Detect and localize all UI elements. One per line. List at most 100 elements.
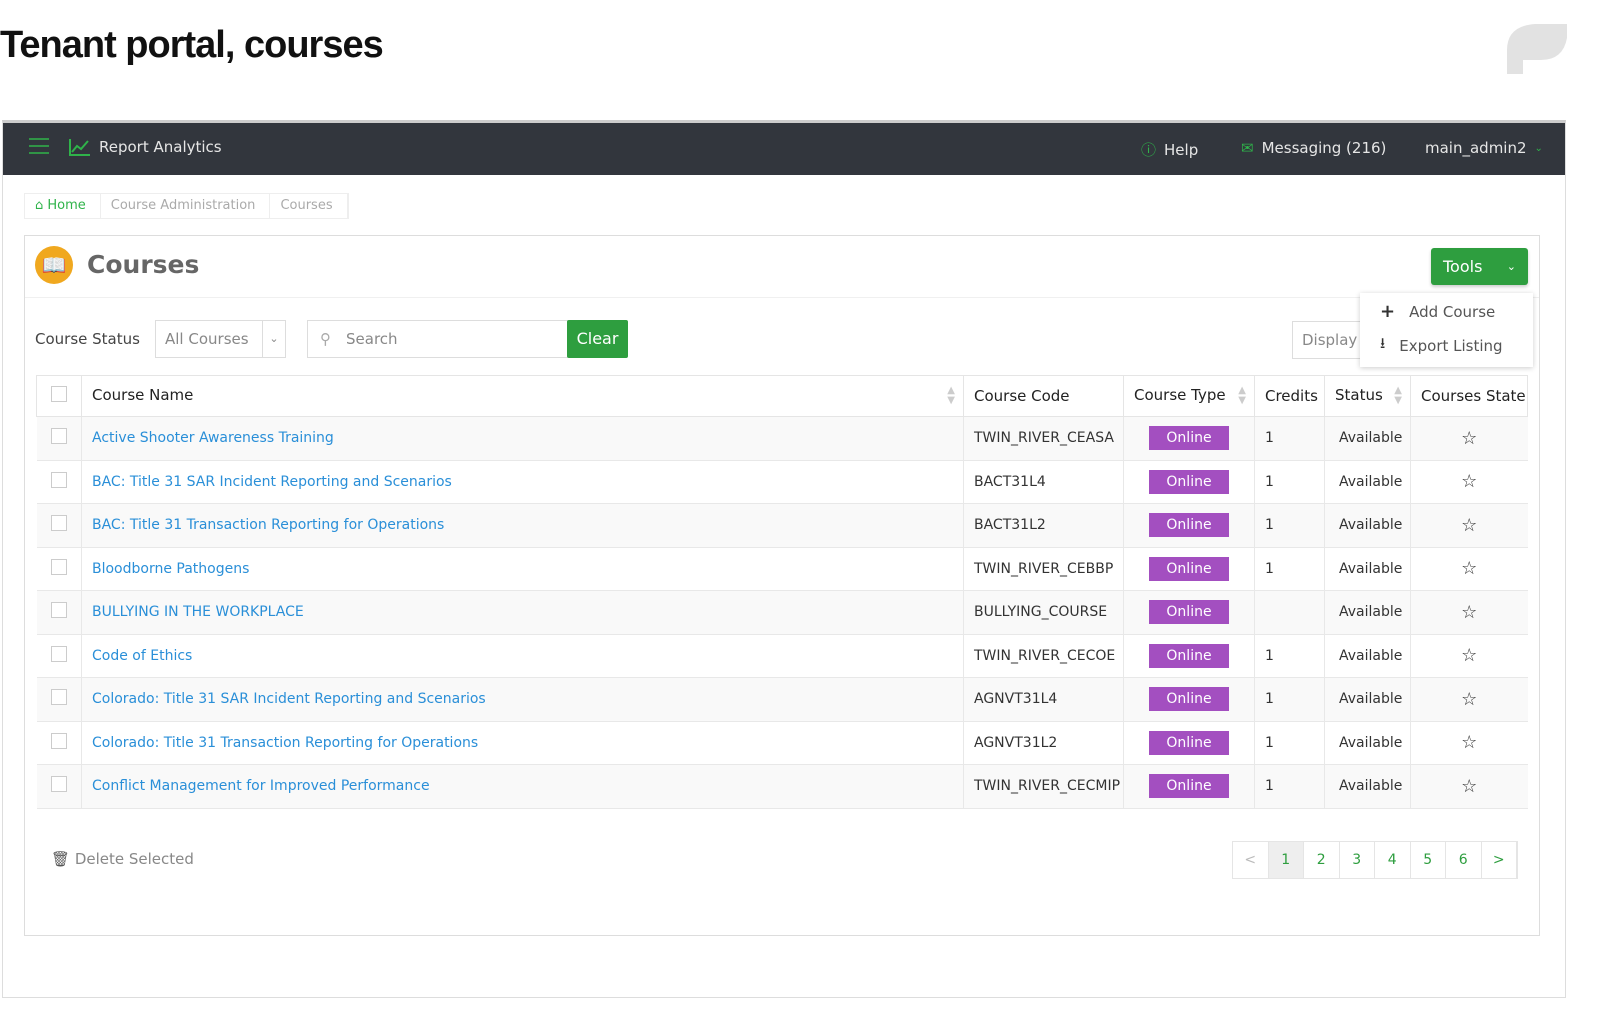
- credits-cell: 1: [1254, 416, 1325, 461]
- course-type-cell: Online: [1123, 546, 1255, 591]
- row-checkbox[interactable]: [36, 503, 82, 548]
- course-name-cell: Conflict Management for Improved Perform…: [81, 764, 964, 809]
- star-icon[interactable]: ☆: [1410, 590, 1528, 635]
- next-page-button[interactable]: >: [1482, 842, 1517, 878]
- username: main_admin2: [1425, 139, 1527, 157]
- row-checkbox[interactable]: [36, 459, 82, 504]
- page-button[interactable]: 4: [1375, 842, 1411, 878]
- brand-label: Report Analytics: [99, 138, 222, 156]
- brand-logo-icon: [1507, 24, 1567, 74]
- plus-icon: +: [1380, 301, 1396, 322]
- star-icon[interactable]: ☆: [1410, 459, 1528, 504]
- star-icon[interactable]: ☆: [1410, 546, 1528, 591]
- credits-cell: 1: [1254, 546, 1325, 591]
- course-name-cell: Colorado: Title 31 SAR Incident Reportin…: [81, 677, 964, 722]
- chevron-down-icon: ⌄: [1506, 260, 1516, 273]
- course-name-link[interactable]: Bloodborne Pathogens: [92, 561, 249, 577]
- tools-dropdown-button[interactable]: Tools ⌄: [1431, 248, 1528, 285]
- course-type-cell: Online: [1123, 459, 1255, 504]
- add-course-label: Add Course: [1409, 302, 1496, 321]
- user-menu[interactable]: main_admin2 ⌄: [1425, 139, 1543, 157]
- brand-link[interactable]: Report Analytics: [69, 138, 222, 156]
- breadcrumb-course-administration[interactable]: Course Administration: [101, 194, 271, 218]
- clear-button[interactable]: Clear: [567, 320, 628, 358]
- select-all-checkbox[interactable]: [36, 375, 82, 417]
- row-checkbox[interactable]: [36, 720, 82, 765]
- page-title: Tenant portal, courses: [0, 24, 384, 66]
- column-status[interactable]: Status ▲ ▼: [1324, 375, 1411, 417]
- page-button[interactable]: 3: [1340, 842, 1375, 878]
- page-button[interactable]: 6: [1446, 842, 1482, 878]
- table-header-row: Course Name ▲ ▼ Course Code Course Type ▲ ▼ …: [36, 375, 1528, 417]
- course-name-link[interactable]: Code of Ethics: [92, 648, 192, 664]
- course-name-link[interactable]: BAC: Title 31 SAR Incident Reporting and…: [92, 474, 452, 490]
- row-checkbox[interactable]: [36, 546, 82, 591]
- page-button[interactable]: 1: [1268, 842, 1304, 878]
- column-course-type[interactable]: Course Type ▲ ▼: [1123, 375, 1255, 417]
- course-name-cell: Code of Ethics: [81, 633, 964, 678]
- chart-line-icon: [69, 139, 90, 156]
- sort-icon: ▲ ▼: [947, 385, 955, 406]
- course-name-link[interactable]: BAC: Title 31 Transaction Reporting for …: [92, 517, 444, 533]
- row-checkbox[interactable]: [36, 416, 82, 461]
- star-icon[interactable]: ☆: [1410, 503, 1528, 548]
- course-code-cell: TWIN_RIVER_CEASA: [963, 416, 1124, 461]
- hamburger-menu-icon[interactable]: [29, 137, 49, 155]
- help-link[interactable]: ⓘ Help: [1141, 139, 1198, 160]
- prev-page-button[interactable]: <: [1233, 842, 1269, 878]
- courses-table: Course Name ▲ ▼ Course Code Course Type ▲ ▼ …: [36, 375, 1528, 809]
- credits-cell: [1254, 590, 1325, 635]
- course-name-cell: Bloodborne Pathogens: [81, 546, 964, 591]
- delete-selected-button[interactable]: 🗑 Delete Selected: [51, 850, 194, 868]
- page-button[interactable]: 5: [1411, 842, 1446, 878]
- star-icon[interactable]: ☆: [1410, 416, 1528, 461]
- row-checkbox[interactable]: [36, 590, 82, 635]
- star-icon[interactable]: ☆: [1410, 720, 1528, 765]
- course-code-cell: TWIN_RIVER_CEBBP: [963, 546, 1124, 591]
- star-icon[interactable]: ☆: [1410, 633, 1528, 678]
- menu-item-add-course[interactable]: + Add Course: [1380, 301, 1495, 322]
- status-cell: Available: [1324, 764, 1411, 809]
- menu-item-export-listing[interactable]: ⭳ Export Listing: [1380, 333, 1503, 358]
- credits-cell: 1: [1254, 633, 1325, 678]
- page-button[interactable]: 2: [1304, 842, 1340, 878]
- course-name-link[interactable]: Colorado: Title 31 SAR Incident Reportin…: [92, 691, 486, 707]
- row-checkbox[interactable]: [36, 764, 82, 809]
- messaging-link[interactable]: ✉ Messaging (216): [1241, 139, 1386, 157]
- course-status-select[interactable]: All Courses ⌄: [155, 320, 286, 358]
- credits-cell: 1: [1254, 503, 1325, 548]
- table-row: Colorado: Title 31 SAR Incident Reportin…: [36, 677, 1528, 722]
- breadcrumb-home[interactable]: ⌂ Home: [25, 194, 101, 218]
- book-icon: 📖: [35, 246, 73, 284]
- table-row: Code of Ethics TWIN_RIVER_CECOE Online 1…: [36, 633, 1528, 678]
- envelope-icon: ✉: [1241, 139, 1254, 157]
- courses-panel: 📖 Courses Tools ⌄ + Add Course ⭳ Export Lis…: [24, 235, 1540, 936]
- course-type-cell: Online: [1123, 677, 1255, 722]
- course-name-link[interactable]: Colorado: Title 31 Transaction Reporting…: [92, 735, 478, 751]
- status-cell: Available: [1324, 459, 1411, 504]
- status-cell: Available: [1324, 546, 1411, 591]
- course-code-cell: TWIN_RIVER_CECMIP: [963, 764, 1124, 809]
- search-input[interactable]: ⚲ Search: [307, 320, 568, 358]
- course-code-cell: BACT31L4: [963, 459, 1124, 504]
- row-checkbox[interactable]: [36, 677, 82, 722]
- sort-icon: ▲ ▼: [1238, 385, 1246, 406]
- course-status-label: Course Status: [35, 330, 140, 348]
- star-icon[interactable]: ☆: [1410, 764, 1528, 809]
- status-cell: Available: [1324, 633, 1411, 678]
- star-icon[interactable]: ☆: [1410, 677, 1528, 722]
- course-status-value: All Courses: [165, 330, 249, 348]
- credits-cell: 1: [1254, 720, 1325, 765]
- course-name-link[interactable]: Active Shooter Awareness Training: [92, 430, 334, 446]
- column-course-code[interactable]: Course Code: [963, 375, 1124, 417]
- top-navbar: Report Analytics ⓘ Help ✉ Messaging (216) …: [3, 123, 1565, 175]
- column-course-name[interactable]: Course Name ▲ ▼: [81, 375, 964, 417]
- column-courses-state[interactable]: Courses State: [1410, 375, 1528, 417]
- column-credits[interactable]: Credits: [1254, 375, 1325, 417]
- course-name-link[interactable]: Conflict Management for Improved Perform…: [92, 778, 430, 794]
- row-checkbox[interactable]: [36, 633, 82, 678]
- course-type-badge: Online: [1149, 730, 1229, 755]
- course-name-link[interactable]: BULLYING IN THE WORKPLACE: [92, 604, 304, 620]
- chevron-down-icon: ⌄: [1534, 142, 1543, 154]
- course-type-cell: Online: [1123, 416, 1255, 461]
